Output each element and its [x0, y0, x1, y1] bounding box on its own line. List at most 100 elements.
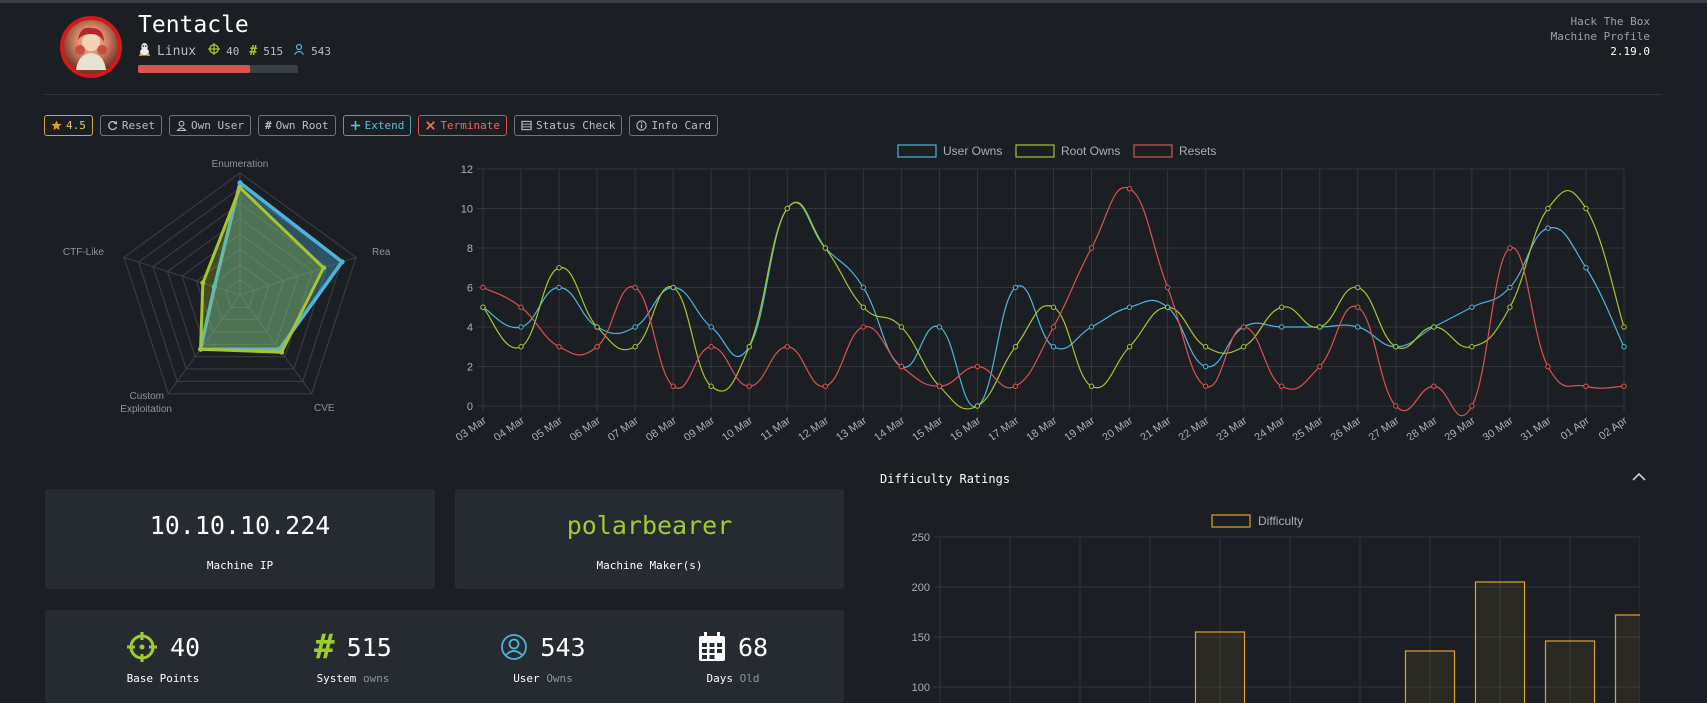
progress-fill — [138, 65, 250, 73]
series-point — [822, 245, 828, 251]
info-card-button[interactable]: Info Card — [629, 115, 719, 136]
series-point — [936, 383, 943, 389]
machine-title: Tentacle — [138, 12, 249, 38]
series-point — [1317, 324, 1323, 330]
series-point — [1317, 363, 1323, 370]
rating-button[interactable]: 4.5 — [44, 115, 93, 136]
series-point — [898, 363, 905, 370]
x-tick-label: 23 Mar — [1214, 414, 1249, 440]
stat-days-old: 68 Days Old — [643, 630, 823, 685]
difficulty-bar-chart: 100 150 200 250 Difficulty — [912, 514, 1640, 703]
x-tick-label: 06 Mar — [568, 414, 603, 440]
series-point — [1393, 403, 1399, 409]
star-icon — [51, 120, 62, 131]
difficulty-heading: Difficulty Ratings — [880, 472, 1011, 486]
version-label: 2.19.0 — [1610, 45, 1650, 58]
x-tick-label: 27 Mar — [1367, 414, 1402, 440]
x-tick-label: 08 Mar — [644, 414, 679, 440]
x-tick-label: 12 Mar — [796, 414, 831, 440]
system-owns-count: 515 — [263, 44, 284, 58]
x-tick-label: 31 Mar — [1519, 414, 1554, 440]
series-point — [1393, 344, 1399, 350]
days-old-sub: Old — [739, 672, 760, 685]
status-check-button[interactable]: Status Check — [513, 115, 623, 136]
y-tick-label: 250 — [912, 532, 930, 544]
series-point — [1621, 324, 1627, 330]
series-point — [746, 383, 752, 389]
x-tick-label: 04 Mar — [492, 414, 527, 440]
series-point — [708, 383, 714, 389]
radar-axis-label: CTF-Like — [63, 247, 105, 258]
radar-point — [237, 185, 243, 191]
own-root-button[interactable]: # Own Root — [257, 115, 336, 136]
radar-series-1 — [199, 186, 326, 354]
series-point — [1088, 383, 1095, 389]
days-old-value: 68 — [737, 632, 769, 662]
x-tick-label: 10 Mar — [720, 414, 755, 440]
x-tick-label: 09 Mar — [682, 414, 717, 440]
series-point — [898, 324, 905, 330]
series-point — [784, 344, 790, 350]
terminate-label: Terminate — [440, 119, 500, 132]
own-user-button[interactable]: Own User — [169, 115, 251, 136]
x-tick-label: 26 Mar — [1329, 414, 1364, 440]
difficulty-bar — [1404, 650, 1456, 703]
series-point — [1507, 284, 1513, 291]
series-point — [708, 324, 714, 330]
series-point — [1507, 245, 1513, 251]
series-point — [1126, 344, 1133, 350]
chevron-up-icon[interactable] — [1632, 472, 1646, 482]
legend-label: Root Owns — [1061, 144, 1120, 158]
series-point — [518, 324, 524, 330]
x-tick-label: 21 Mar — [1138, 414, 1173, 440]
series-point — [936, 324, 943, 330]
machine-toolbar: 4.5 Reset Own User # Own Root Extend Ter… — [44, 115, 719, 136]
series-point — [1583, 383, 1589, 389]
legend-label: Difficulty — [1258, 514, 1303, 528]
hash-icon: # — [264, 119, 272, 132]
series-point — [556, 284, 562, 291]
series-point — [480, 304, 486, 310]
y-tick-label: 6 — [467, 283, 473, 295]
y-tick-label: 8 — [467, 243, 473, 255]
machine-ip-card: 10.10.10.224 Machine IP — [45, 489, 435, 589]
series-point — [708, 344, 714, 350]
legend-swatch — [1133, 144, 1173, 158]
series-point — [860, 304, 867, 310]
x-tick-label: 01 Apr — [1559, 414, 1592, 440]
extend-button[interactable]: Extend — [342, 115, 412, 136]
radar-axis-label: Custom Exploitation — [120, 391, 172, 415]
series-point — [1583, 205, 1589, 212]
target-icon — [208, 43, 221, 59]
series-point — [746, 344, 752, 350]
difficulty-bar — [1614, 614, 1640, 703]
hash-icon: # — [249, 43, 258, 59]
series-point — [670, 284, 676, 291]
stat-system-owns: # 515 System owns — [263, 627, 443, 685]
system-owns-sub: owns — [362, 672, 390, 685]
y-tick-label: 12 — [461, 164, 473, 176]
machine-maker[interactable]: polarbearer — [455, 511, 844, 540]
series-point — [1355, 304, 1361, 310]
refresh-icon — [108, 120, 117, 131]
series-point — [1355, 284, 1361, 291]
series-point — [1279, 304, 1285, 310]
y-tick-label: 4 — [467, 322, 473, 334]
profile-block: Hack The Box Machine Profile 2.19.0 — [1551, 14, 1650, 59]
series-point — [1050, 344, 1057, 350]
series-point — [556, 265, 562, 271]
radar-axis-label: CVE — [314, 403, 335, 414]
reset-button[interactable]: Reset — [99, 115, 162, 136]
series-point — [1012, 383, 1019, 389]
series-point — [784, 205, 790, 212]
x-tick-label: 16 Mar — [948, 414, 983, 440]
machine-ip[interactable]: 10.10.10.224 — [45, 511, 435, 540]
x-tick-label: 14 Mar — [872, 414, 907, 440]
series-point — [670, 383, 676, 389]
base-points-label: Base Points — [126, 672, 200, 685]
user-owns-count: 543 — [311, 44, 331, 58]
x-tick-label: 24 Mar — [1252, 414, 1287, 440]
radar-point — [237, 180, 243, 186]
terminate-button[interactable]: Terminate — [418, 115, 507, 136]
series-point — [822, 383, 828, 389]
